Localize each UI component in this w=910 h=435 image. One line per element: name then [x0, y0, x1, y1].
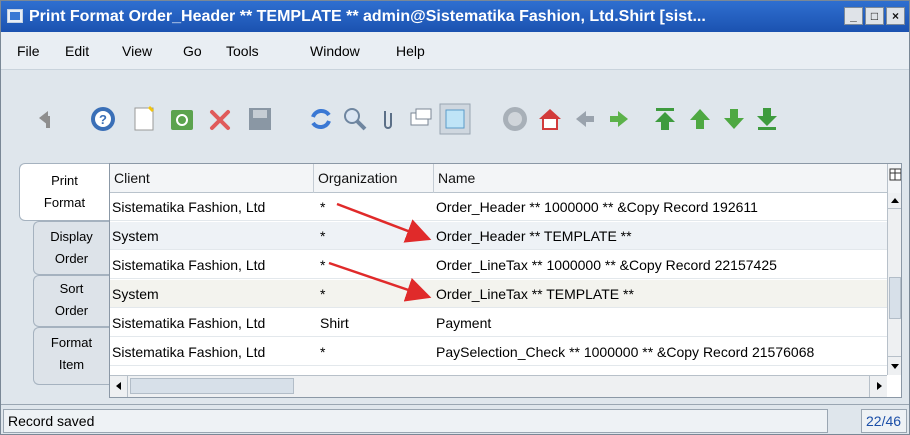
title-bar[interactable]: Print Format Order_Header ** TEMPLATE **… [1, 1, 909, 32]
tab-label: Format Item [50, 335, 93, 372]
history-icon[interactable] [501, 105, 529, 133]
record-counter[interactable]: 22/46 [861, 409, 907, 433]
scroll-thumb[interactable] [130, 378, 294, 394]
menu-window[interactable]: Window [310, 43, 360, 59]
horizontal-scrollbar[interactable] [110, 375, 887, 397]
tab-print-format[interactable]: Print Format [19, 163, 109, 221]
tab-format-item[interactable]: Format Item [33, 327, 109, 385]
window-title: Print Format Order_Header ** TEMPLATE **… [29, 8, 706, 25]
record-up-icon[interactable] [686, 105, 714, 133]
new-icon[interactable] [130, 105, 158, 133]
home-icon[interactable] [536, 105, 564, 133]
tab-label: Display Order [50, 229, 93, 266]
grid-toggle-icon[interactable] [439, 103, 471, 135]
column-chooser-icon[interactable] [887, 164, 901, 193]
tab-label: Sort Order [54, 281, 89, 318]
help-icon[interactable]: ? [89, 105, 117, 133]
tab-sort-order[interactable]: Sort Order [33, 275, 109, 327]
annotation-arrow [328, 261, 432, 302]
chat-icon[interactable] [407, 105, 435, 133]
vertical-scrollbar[interactable] [887, 193, 901, 375]
find-icon[interactable] [341, 105, 369, 133]
maximize-button[interactable]: □ [865, 7, 884, 25]
next-icon[interactable] [605, 105, 633, 133]
minimize-button[interactable]: _ [844, 7, 863, 25]
annotation-arrow [336, 202, 432, 243]
refresh-icon[interactable] [307, 105, 335, 133]
undo-icon[interactable] [31, 105, 59, 133]
delete-icon[interactable] [207, 105, 235, 133]
menu-view[interactable]: View [122, 43, 152, 59]
menu-edit[interactable]: Edit [65, 43, 89, 59]
copy-record-icon[interactable] [168, 105, 196, 133]
last-record-icon[interactable] [753, 105, 781, 133]
menu-help[interactable]: Help [396, 43, 425, 59]
tab-label: Print Format [43, 173, 86, 210]
menu-tools[interactable]: Tools [226, 43, 259, 59]
scroll-left-icon[interactable] [110, 376, 128, 397]
menu-file[interactable]: File [17, 43, 40, 59]
scroll-thumb[interactable] [889, 277, 901, 319]
menu-bar: File Edit View Go Tools Window Help [1, 32, 909, 70]
tab-strip: Print Format Display Order Sort Order Fo… [1, 153, 109, 403]
app-icon [7, 9, 23, 23]
attachment-icon[interactable] [374, 105, 402, 133]
close-button[interactable]: × [886, 7, 905, 25]
tab-display-order[interactable]: Display Order [33, 221, 109, 275]
scroll-down-icon[interactable] [888, 356, 901, 374]
record-grid: Client Organization Name Sistematika Fas… [109, 163, 902, 398]
menu-go[interactable]: Go [183, 43, 202, 59]
status-message: Record saved [3, 409, 828, 433]
annotation-arrows [328, 202, 432, 302]
status-bar: Record saved 22/46 [1, 404, 909, 434]
svg-text:?: ? [99, 112, 107, 127]
save-icon[interactable] [246, 105, 274, 133]
first-record-icon[interactable] [651, 105, 679, 133]
record-down-icon[interactable] [720, 105, 748, 133]
scroll-up-icon[interactable] [888, 193, 901, 209]
previous-icon[interactable] [571, 105, 599, 133]
toolbar: ? [1, 71, 909, 153]
scroll-right-icon[interactable] [869, 376, 887, 397]
application-window: Print Format Order_Header ** TEMPLATE **… [0, 0, 910, 435]
